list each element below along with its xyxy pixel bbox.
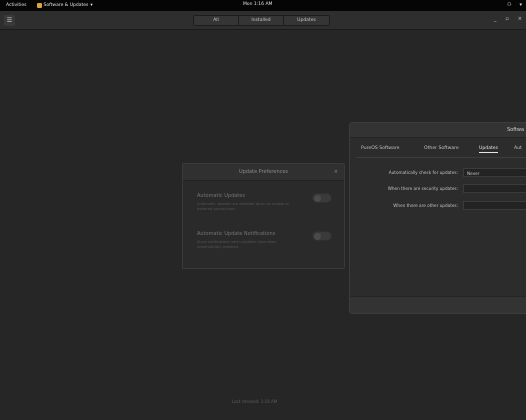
pref-automatic-updates: Automatic Updates Automatic updates are … bbox=[197, 193, 332, 212]
window-controls: _ ▫ × bbox=[494, 16, 522, 22]
software-sources-window: Softwa PureOS Software Other Software Up… bbox=[349, 122, 526, 314]
other-updates-row: When there are other updates: bbox=[350, 201, 526, 211]
automatic-updates-toggle[interactable] bbox=[312, 193, 332, 203]
check-updates-label: Automatically check for updates: bbox=[388, 170, 458, 175]
view-switcher: All Installed Updates bbox=[193, 15, 330, 26]
minimize-icon[interactable]: _ bbox=[494, 16, 497, 22]
check-updates-row: Automatically check for updates: Never bbox=[350, 168, 526, 178]
security-updates-select[interactable] bbox=[463, 184, 526, 193]
pref-description: Show notifications when updates have bee… bbox=[197, 240, 277, 249]
app-menu[interactable]: Software & Updates ▾ bbox=[36, 3, 93, 8]
tab-updates[interactable]: Updates bbox=[479, 146, 499, 153]
window-title: Softwa bbox=[507, 127, 525, 133]
window-titlebar: Softwa bbox=[350, 123, 526, 138]
chevron-down-icon: ▾ bbox=[90, 3, 93, 8]
update-preferences-dialog: Update Preferences × Automatic Updates A… bbox=[182, 163, 345, 269]
other-updates-select[interactable] bbox=[463, 201, 526, 210]
window-footer bbox=[350, 296, 526, 313]
tab-other-software[interactable]: Other Software bbox=[424, 146, 459, 151]
hamburger-menu-button[interactable]: ☰ bbox=[4, 15, 15, 26]
hamburger-icon: ☰ bbox=[6, 17, 13, 24]
security-updates-row: When there are security updates: bbox=[350, 184, 526, 194]
maximize-icon[interactable]: ▫ bbox=[505, 16, 508, 22]
dialog-close-icon[interactable]: × bbox=[334, 169, 338, 175]
pref-update-notifications: Automatic Update Notifications Show noti… bbox=[197, 231, 332, 250]
dialog-titlebar: Update Preferences × bbox=[183, 164, 344, 181]
app-header-bar: ☰ All Installed Updates _ ▫ × bbox=[0, 11, 526, 30]
check-updates-select[interactable]: Never bbox=[463, 168, 526, 177]
other-updates-label: When there are other updates: bbox=[393, 203, 458, 208]
activities-button[interactable]: Activities bbox=[6, 3, 27, 8]
close-icon[interactable]: × bbox=[518, 16, 522, 22]
system-menu-chevron-icon[interactable]: ▾ bbox=[519, 2, 522, 8]
tab-all[interactable]: All bbox=[194, 16, 239, 25]
tab-authentication[interactable]: Aut bbox=[514, 146, 522, 151]
security-updates-label: When there are security updates: bbox=[387, 186, 458, 191]
update-notifications-toggle[interactable] bbox=[312, 231, 332, 241]
system-tray[interactable]: ⚇ ▾ bbox=[507, 2, 522, 8]
pref-description: Automatic updates are disabled when on m… bbox=[197, 202, 289, 211]
app-menu-label: Software & Updates bbox=[43, 3, 89, 8]
network-icon[interactable]: ⚇ bbox=[507, 2, 511, 8]
tab-pureos-software[interactable]: PureOS Software bbox=[361, 146, 399, 151]
tab-divider bbox=[356, 157, 526, 158]
software-updates-app-icon bbox=[36, 3, 42, 8]
dialog-title: Update Preferences bbox=[238, 169, 289, 175]
tab-installed[interactable]: Installed bbox=[239, 16, 284, 25]
last-checked-status: Last checked: 1:16 AM bbox=[232, 399, 278, 404]
system-top-bar: Activities Software & Updates ▾ Mon 1:16… bbox=[0, 0, 526, 11]
tab-updates[interactable]: Updates bbox=[284, 16, 329, 25]
clock[interactable]: Mon 1:16 AM bbox=[243, 2, 272, 7]
software-tabs: PureOS Software Other Software Updates A… bbox=[350, 144, 526, 156]
